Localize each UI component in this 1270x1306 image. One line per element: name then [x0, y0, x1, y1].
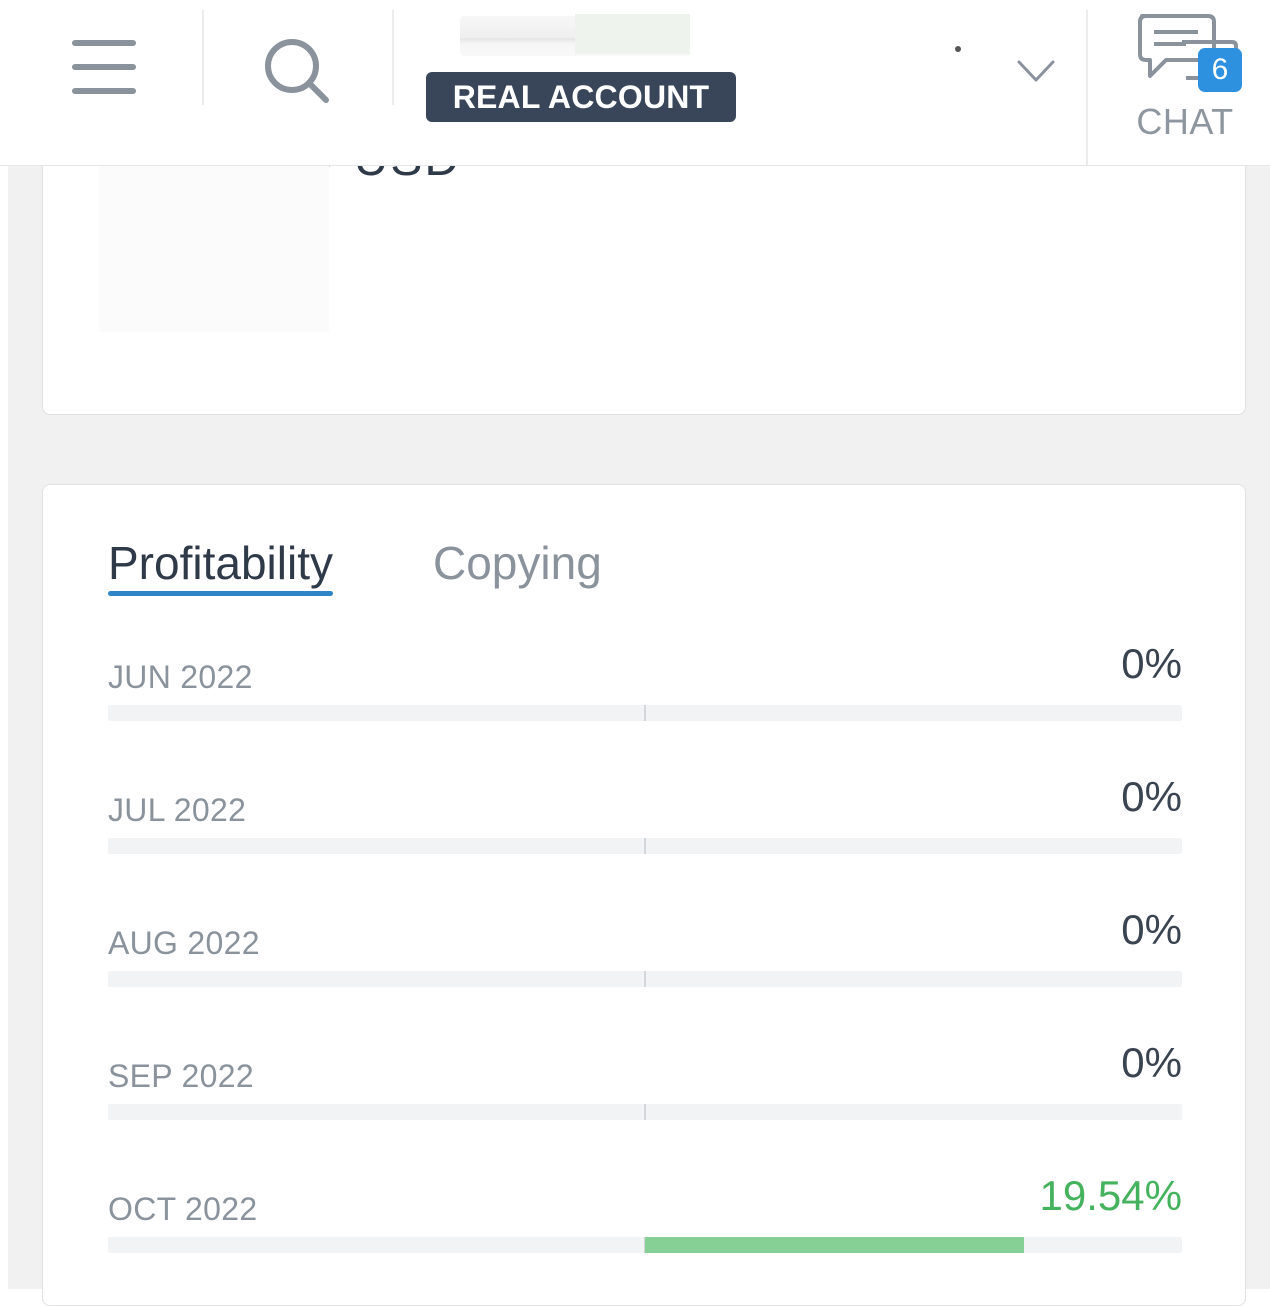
menu-button[interactable]: [70, 40, 138, 100]
month-label: JUN 2022: [108, 659, 253, 695]
dot: [955, 46, 961, 52]
redacted-area: [99, 166, 329, 332]
zero-marker: [644, 838, 646, 854]
account-summary-card: / USD: [42, 166, 1246, 415]
divider: [392, 10, 394, 105]
month-value: 0%: [1121, 906, 1182, 953]
profit-bar-track: [108, 705, 1182, 721]
profitability-card: Profitability Copying JUN 2022 0% JUL 20…: [42, 484, 1246, 1306]
month-row: JUN 2022 0%: [108, 635, 1182, 768]
zero-marker: [644, 971, 646, 987]
tab-copying[interactable]: Copying: [433, 535, 602, 591]
month-label: OCT 2022: [108, 1191, 258, 1227]
divider: [1086, 10, 1088, 165]
top-bar: REAL ACCOUNT 6 CHAT: [0, 0, 1270, 166]
divider: [202, 10, 204, 105]
tab-label: Copying: [433, 537, 602, 589]
chat-button[interactable]: 6 CHAT: [1110, 8, 1260, 153]
month-value: 0%: [1121, 1039, 1182, 1086]
account-name-redacted: [575, 14, 690, 54]
chevron-down-icon: [1017, 60, 1055, 82]
tab-profitability[interactable]: Profitability: [108, 535, 333, 596]
monthly-profit-list: JUN 2022 0% JUL 2022 0% AUG 2022 0% SEP …: [108, 635, 1182, 1300]
active-tab-indicator: [108, 591, 333, 596]
month-value: 0%: [1121, 640, 1182, 687]
profit-bar-track: [108, 971, 1182, 987]
month-row: OCT 2022 19.54%: [108, 1167, 1182, 1300]
month-value: 19.54%: [1039, 1172, 1182, 1219]
balance-amount: / USD: [323, 166, 461, 184]
search-button[interactable]: [262, 36, 332, 106]
month-label: JUL 2022: [108, 792, 247, 828]
zero-marker: [644, 705, 646, 721]
account-selector[interactable]: REAL ACCOUNT: [400, 10, 1080, 150]
month-row: SEP 2022 0%: [108, 1034, 1182, 1167]
zero-marker: [644, 1104, 646, 1120]
real-account-badge: REAL ACCOUNT: [426, 72, 736, 122]
month-row: AUG 2022 0%: [108, 901, 1182, 1034]
chat-unread-badge: 6: [1198, 48, 1242, 92]
search-icon: [265, 39, 329, 103]
month-row: JUL 2022 0%: [108, 768, 1182, 901]
profit-bar-track: [108, 838, 1182, 854]
profit-bar-fill: [645, 1237, 1024, 1253]
month-label: SEP 2022: [108, 1058, 254, 1094]
tab-label: Profitability: [108, 537, 333, 589]
profit-bar-track: [108, 1237, 1182, 1253]
month-value: 0%: [1121, 773, 1182, 820]
month-label: AUG 2022: [108, 925, 260, 961]
chat-label: CHAT: [1136, 101, 1234, 142]
profit-bar-track: [108, 1104, 1182, 1120]
